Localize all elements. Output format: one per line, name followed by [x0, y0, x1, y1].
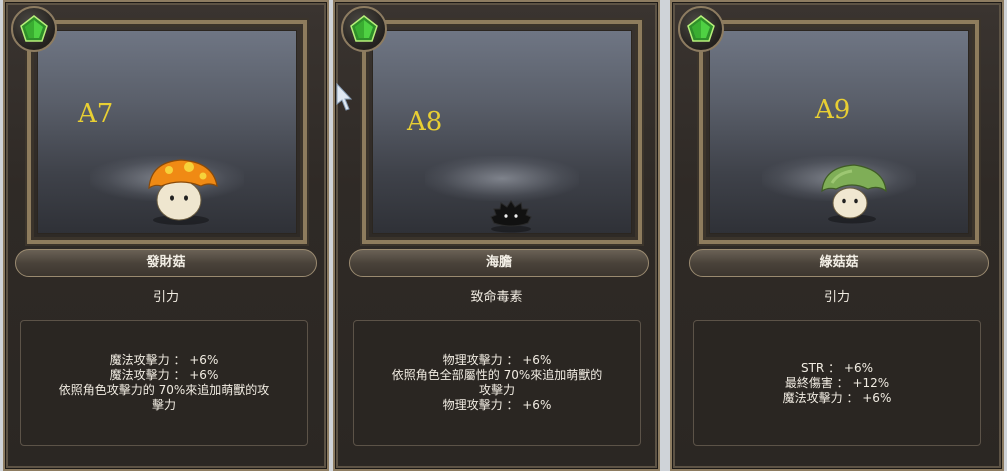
portrait-background: A7	[37, 30, 297, 234]
familiar-card-2[interactable]: A8 海膽 致命毒素 物理攻擊力 ： +6% 依照角色全部屬性的 70%來追加萌…	[333, 0, 660, 471]
skill-name: 引力	[152, 290, 179, 305]
effect-line: 魔法攻擊力 ： +6%	[109, 353, 219, 367]
green-gem-icon	[11, 6, 57, 52]
monster-name-bar: 海膽	[349, 249, 649, 277]
effect-line: 物理攻擊力 ： +6%	[442, 398, 552, 412]
cursor-icon	[336, 82, 353, 111]
skill-name: 引力	[823, 290, 850, 305]
sea-urchin-monster	[490, 200, 532, 233]
portrait-frame: A7	[27, 20, 307, 244]
effect-line: STR ： +6%	[800, 360, 873, 375]
effect-line: 擊力	[151, 398, 176, 412]
portrait-background: A8	[372, 30, 632, 234]
effect-line: 物理攻擊力 ： +6%	[442, 353, 552, 367]
green-mushroom-monster	[821, 164, 887, 224]
monster-name-bar: 綠菇菇	[689, 249, 989, 277]
effect-line: 魔法攻擊力 ： +6%	[782, 390, 892, 405]
card-code: A8	[407, 107, 443, 137]
familiar-card-1[interactable]: A7 發財菇 引力 魔法攻擊力 ： +6% 魔法攻擊力 ： +6% 依照角色攻擊…	[3, 0, 329, 471]
green-gem-icon	[341, 6, 387, 52]
familiar-card-3[interactable]: A9 綠菇菇 引力 STR ： +6% 最終傷害 ： +12% 魔法攻擊力 ： …	[670, 0, 1004, 471]
effects-panel: 物理攻擊力 ： +6% 依照角色全部屬性的 70%來追加萌獸的 攻擊力 物理攻擊…	[353, 320, 641, 446]
portrait-frame: A8	[362, 20, 642, 244]
monster-name-bar: 發財菇	[15, 249, 317, 277]
green-gem-icon	[678, 6, 724, 52]
effect-line: 攻擊力	[478, 383, 515, 397]
skill-name: 致命毒素	[470, 290, 523, 305]
effect-line: 依照角色全部屬性的 70%來追加萌獸的	[391, 368, 603, 382]
card-code: A9	[815, 95, 851, 125]
effect-line: 依照角色攻擊力的 70%來追加萌獸的攻	[58, 383, 270, 397]
orange-mushroom-monster	[148, 159, 218, 225]
effects-panel: STR ： +6% 最終傷害 ： +12% 魔法攻擊力 ： +6%	[693, 320, 981, 446]
card-code: A7	[78, 99, 114, 129]
effect-line: 魔法攻擊力 ： +6%	[109, 368, 219, 382]
effect-line: 最終傷害 ： +12%	[784, 375, 890, 390]
portrait-frame: A9	[699, 20, 979, 244]
portrait-background: A9	[709, 30, 969, 234]
effects-panel: 魔法攻擊力 ： +6% 魔法攻擊力 ： +6% 依照角色攻擊力的 70%來追加萌…	[20, 320, 308, 446]
